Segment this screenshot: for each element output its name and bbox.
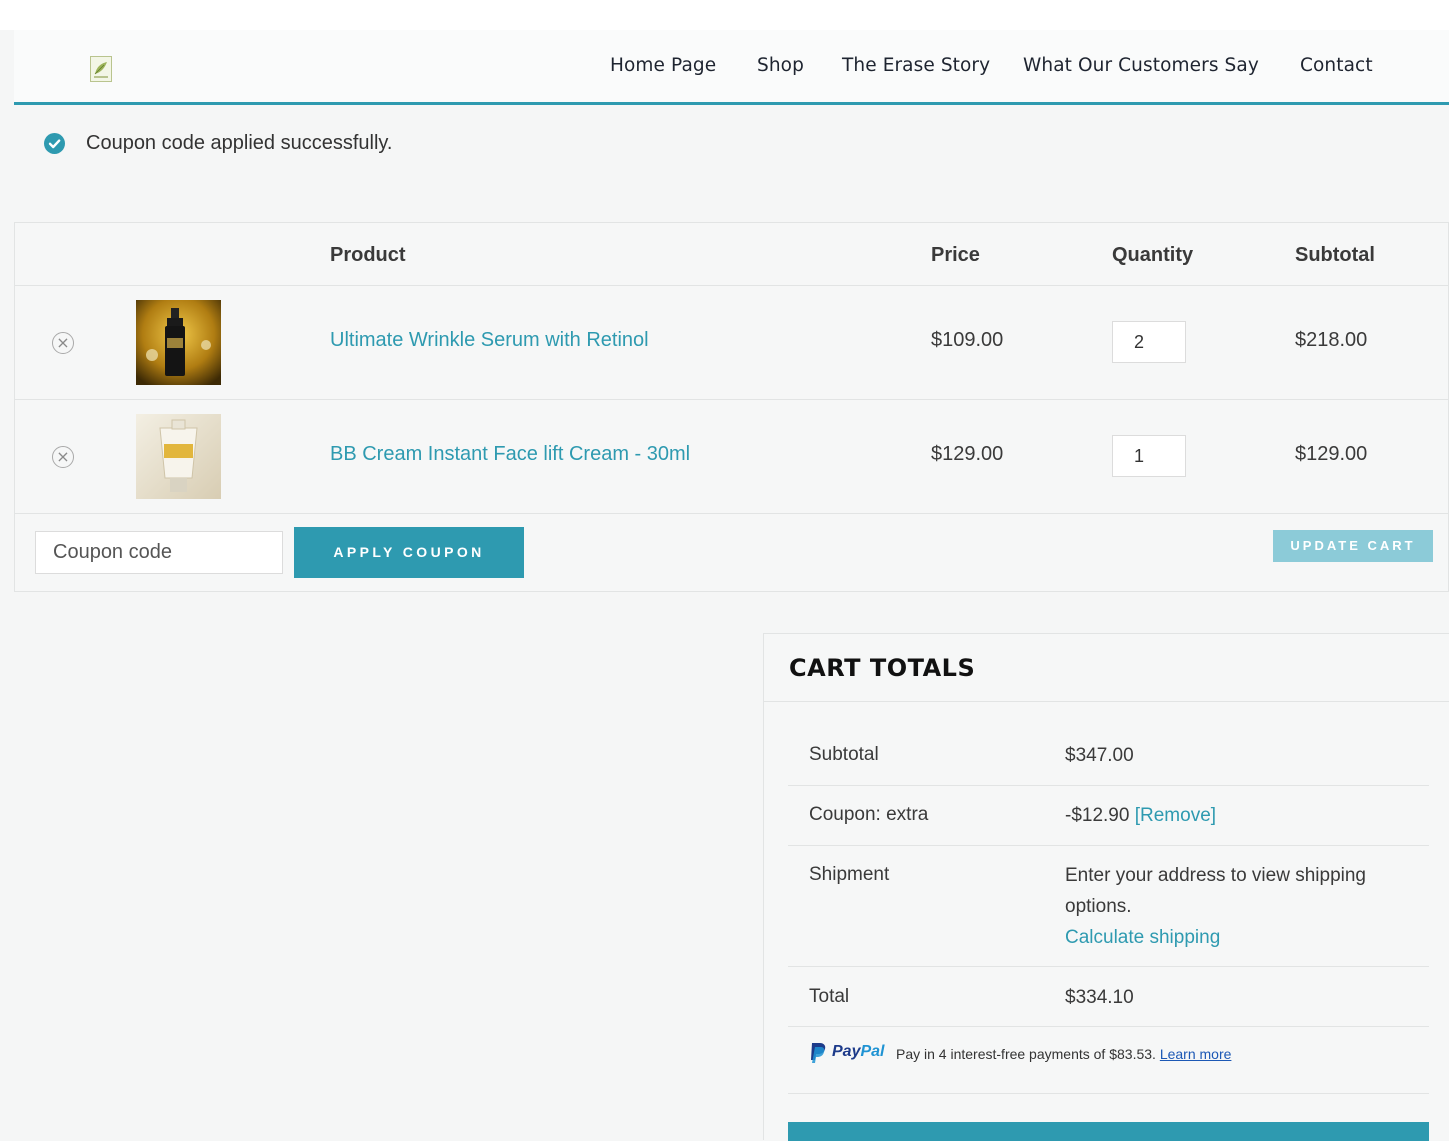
nav-home-page[interactable]: Home Page xyxy=(610,55,716,76)
notice-message: Coupon code applied successfully. xyxy=(86,132,393,154)
table-row: × BB Cream Instant Face lift Cream - 30m… xyxy=(15,400,1448,512)
shipment-info: Enter your address to view shipping opti… xyxy=(1065,860,1366,953)
row-divider xyxy=(15,513,1448,514)
coupon-row-value: -$12.90 [Remove] xyxy=(1065,800,1216,831)
totals-divider xyxy=(788,966,1429,967)
top-strip xyxy=(0,0,1449,30)
update-cart-button[interactable]: UPDATE CART xyxy=(1273,530,1433,562)
paypal-wordmark: PayPal xyxy=(832,1043,885,1060)
header-quantity: Quantity xyxy=(1112,244,1194,266)
shipment-text-line-2: options. xyxy=(1065,896,1132,917)
paypal-logo-icon xyxy=(811,1043,826,1063)
remove-coupon-link[interactable]: [Remove] xyxy=(1135,805,1216,826)
cart-table: Product Price Quantity Subtotal × Ultima… xyxy=(14,222,1449,592)
apply-coupon-button[interactable]: APPLY COUPON xyxy=(294,527,524,578)
subtotal-value: $347.00 xyxy=(1065,745,1134,766)
nav-customers-say[interactable]: What Our Customers Say xyxy=(1023,55,1259,76)
paypal-installment-text: Pay in 4 interest-free payments of $83.5… xyxy=(896,1046,1232,1062)
totals-divider xyxy=(788,1093,1429,1094)
totals-title-divider xyxy=(764,701,1449,702)
nav-the-erase-story[interactable]: The Erase Story xyxy=(842,55,990,76)
totals-divider xyxy=(788,1026,1429,1027)
nav-shop[interactable]: Shop xyxy=(757,55,804,76)
coupon-label: Coupon: extra xyxy=(809,804,929,825)
calculate-shipping-link[interactable]: Calculate shipping xyxy=(1065,922,1366,953)
product-image-bb-cream[interactable] xyxy=(136,414,221,499)
price-bb-cream: $129.00 xyxy=(931,443,1004,465)
subtotal-bb-cream: $129.00 xyxy=(1295,443,1368,465)
main-nav: Home Page Shop The Erase Story What Our … xyxy=(14,55,1449,81)
quantity-input-serum[interactable]: 2 xyxy=(1112,321,1186,363)
remove-item-icon[interactable]: × xyxy=(52,332,74,354)
paypal-learn-more-link[interactable]: Learn more xyxy=(1160,1046,1232,1062)
coupon-discount-value: -$12.90 xyxy=(1065,805,1130,826)
product-link-serum[interactable]: Ultimate Wrinkle Serum with Retinol xyxy=(330,329,649,352)
total-label: Total xyxy=(809,986,850,1007)
site-header: Home Page Shop The Erase Story What Our … xyxy=(14,30,1449,105)
cart-totals-title: CART TOTALS xyxy=(789,654,976,682)
header-subtotal: Subtotal xyxy=(1295,244,1375,266)
cart-totals: CART TOTALS Subtotal $347.00 Coupon: ext… xyxy=(763,633,1449,1141)
nav-contact[interactable]: Contact xyxy=(1300,55,1373,76)
price-serum: $109.00 xyxy=(931,329,1004,351)
shipment-label: Shipment xyxy=(809,864,890,885)
totals-divider xyxy=(788,845,1429,846)
product-link-bb-cream[interactable]: BB Cream Instant Face lift Cream - 30ml xyxy=(330,443,690,466)
proceed-to-checkout-button[interactable] xyxy=(788,1122,1429,1141)
header-price: Price xyxy=(931,244,980,266)
remove-item-icon[interactable]: × xyxy=(52,446,74,468)
total-value: $334.10 xyxy=(1065,987,1134,1008)
check-circle-icon xyxy=(44,133,65,154)
totals-divider xyxy=(788,785,1429,786)
coupon-code-input[interactable]: Coupon code xyxy=(35,531,283,574)
table-row: × Ultimate Wrinkle Serum with Retinol $1… xyxy=(15,286,1448,398)
subtotal-label: Subtotal xyxy=(809,744,879,765)
shipment-text-line-1: Enter your address to view shipping xyxy=(1065,865,1366,886)
subtotal-serum: $218.00 xyxy=(1295,329,1368,351)
header-product: Product xyxy=(330,244,406,266)
quantity-input-bb-cream[interactable]: 1 xyxy=(1112,435,1186,477)
product-image-serum[interactable] xyxy=(136,300,221,385)
